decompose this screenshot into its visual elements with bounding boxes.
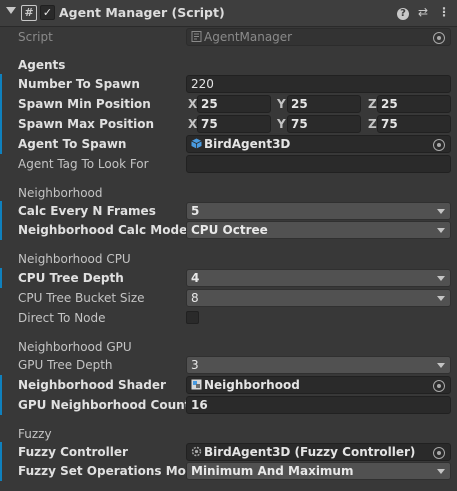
fuzzy-ops-value: Minimum And Maximum [191, 464, 354, 478]
gpu-depth-row: GPU Tree Depth 3 [0, 355, 457, 375]
cpu-depth-row: CPU Tree Depth 4 [0, 268, 457, 288]
shader-label: Neighborhood Shader [18, 378, 166, 392]
section-agents: Agents [18, 58, 66, 72]
script-value: AgentManager [204, 30, 293, 44]
calc-mode-label: Neighborhood Calc Mode [18, 223, 188, 237]
script-file-icon [191, 31, 202, 42]
cpu-depth-label: CPU Tree Depth [18, 271, 124, 285]
spawn-min-x-input[interactable]: 25 [197, 95, 271, 113]
gpu-depth-value: 3 [191, 358, 199, 372]
dropdown-caret-icon [437, 276, 445, 281]
prefab-cube-icon [191, 138, 202, 149]
spawn-max-y-input[interactable]: 75 [287, 115, 361, 133]
fuzzy-ops-dropdown[interactable]: Minimum And Maximum [186, 462, 451, 480]
agent-to-spawn-label: Agent To Spawn [18, 137, 127, 151]
spawn-max-label: Spawn Max Position [18, 117, 155, 131]
dropdown-caret-icon [437, 296, 445, 301]
calc-every-label: Calc Every N Frames [18, 204, 156, 218]
cpu-depth-dropdown[interactable]: 4 [186, 269, 451, 287]
agent-tag-row: Agent Tag To Look For [0, 154, 457, 174]
script-field: AgentManager [186, 28, 451, 46]
dropdown-caret-icon [437, 469, 445, 474]
spawn-max-z-label: Z [368, 117, 377, 131]
number-to-spawn-input[interactable]: 220 [186, 75, 451, 93]
agent-tag-label: Agent Tag To Look For [18, 157, 149, 171]
fuzzy-ops-label: Fuzzy Set Operations Mode [18, 464, 203, 478]
direct-node-row: Direct To Node [0, 308, 457, 328]
cpu-depth-value: 4 [191, 271, 200, 285]
component-header: # ✓ Agent Manager (Script) ? ⇄ ⋮ [0, 0, 457, 27]
spawn-max-x-label: X [188, 117, 198, 131]
direct-node-checkbox[interactable] [186, 311, 199, 324]
agent-to-spawn-field[interactable]: BirdAgent3D [186, 135, 451, 153]
fuzzy-controller-value: BirdAgent3D (Fuzzy Controller) [204, 445, 416, 459]
calc-every-dropdown[interactable]: 5 [186, 202, 451, 220]
object-picker-icon [433, 32, 445, 44]
fuzzy-controller-row: Fuzzy Controller BirdAgent3D (Fuzzy Cont… [0, 442, 457, 462]
script-hash-icon: # [21, 5, 37, 21]
calc-mode-dropdown[interactable]: CPU Octree [186, 221, 451, 239]
number-to-spawn-label: Number To Spawn [18, 77, 140, 91]
gpu-depth-dropdown[interactable]: 3 [186, 356, 451, 374]
spawn-min-y-input[interactable]: 25 [287, 95, 361, 113]
agent-to-spawn-row: Agent To Spawn BirdAgent3D [0, 134, 457, 154]
object-picker-icon[interactable] [433, 447, 445, 459]
section-neighborhood-cpu: Neighborhood CPU [18, 252, 131, 266]
calc-every-value: 5 [191, 204, 200, 218]
dropdown-caret-icon [437, 209, 445, 214]
spawn-max-z-input[interactable]: 75 [377, 115, 451, 133]
section-neighborhood-gpu: Neighborhood GPU [18, 340, 132, 354]
fuzzy-ops-row: Fuzzy Set Operations Mode Minimum And Ma… [0, 461, 457, 481]
calc-every-row: Calc Every N Frames 5 [0, 201, 457, 221]
gpu-count-label: GPU Neighborhood Count [18, 398, 191, 412]
script-label: Script [18, 30, 53, 44]
shader-field[interactable]: Neighborhood [186, 376, 451, 394]
component-title: Agent Manager (Script) [59, 5, 225, 20]
spawn-min-label: Spawn Min Position [18, 97, 151, 111]
spawn-max-row: Spawn Max Position X 75 Y 75 Z 75 [0, 114, 457, 134]
cpu-bucket-row: CPU Tree Bucket Size 8 [0, 288, 457, 308]
dropdown-caret-icon [437, 363, 445, 368]
calc-mode-row: Neighborhood Calc Mode CPU Octree [0, 220, 457, 240]
gpu-count-row: GPU Neighborhood Count 16 [0, 395, 457, 415]
cpu-bucket-value: 8 [191, 291, 199, 305]
object-picker-icon[interactable] [433, 380, 445, 392]
spawn-min-row: Spawn Min Position X 25 Y 25 Z 25 [0, 94, 457, 114]
fuzzy-controller-field[interactable]: BirdAgent3D (Fuzzy Controller) [186, 443, 451, 461]
cpu-bucket-dropdown[interactable]: 8 [186, 289, 451, 307]
spawn-min-x-label: X [188, 97, 198, 111]
spawn-max-y-label: Y [277, 117, 286, 131]
gpu-count-input[interactable]: 16 [186, 396, 451, 414]
help-icon[interactable]: ? [396, 4, 410, 20]
gear-script-icon [191, 446, 202, 457]
foldout-arrow-icon[interactable] [6, 7, 16, 14]
spawn-max-x-input[interactable]: 75 [197, 115, 271, 133]
shader-value: Neighborhood [204, 378, 300, 392]
component-enabled-checkbox[interactable]: ✓ [40, 5, 55, 20]
spawn-min-z-label: Z [368, 97, 377, 111]
context-menu-icon[interactable]: ⋮ [437, 4, 451, 20]
direct-node-label: Direct To Node [18, 311, 106, 325]
gpu-depth-label: GPU Tree Depth [18, 358, 113, 372]
section-fuzzy: Fuzzy [18, 427, 52, 441]
agent-tag-input[interactable] [186, 155, 451, 173]
dropdown-caret-icon [437, 228, 445, 233]
calc-mode-value: CPU Octree [191, 223, 268, 237]
compute-shader-icon [191, 379, 202, 390]
agent-to-spawn-value: BirdAgent3D [204, 137, 291, 151]
script-row: Script AgentManager [0, 27, 457, 47]
number-to-spawn-row: Number To Spawn 220 [0, 74, 457, 94]
spawn-min-z-input[interactable]: 25 [377, 95, 451, 113]
spawn-min-y-label: Y [277, 97, 286, 111]
presets-sliders-icon[interactable]: ⇄ [416, 4, 430, 20]
cpu-bucket-label: CPU Tree Bucket Size [18, 291, 145, 305]
shader-row: Neighborhood Shader Neighborhood [0, 375, 457, 395]
fuzzy-controller-label: Fuzzy Controller [18, 445, 128, 459]
section-neighborhood: Neighborhood [18, 186, 103, 200]
object-picker-icon[interactable] [433, 139, 445, 151]
